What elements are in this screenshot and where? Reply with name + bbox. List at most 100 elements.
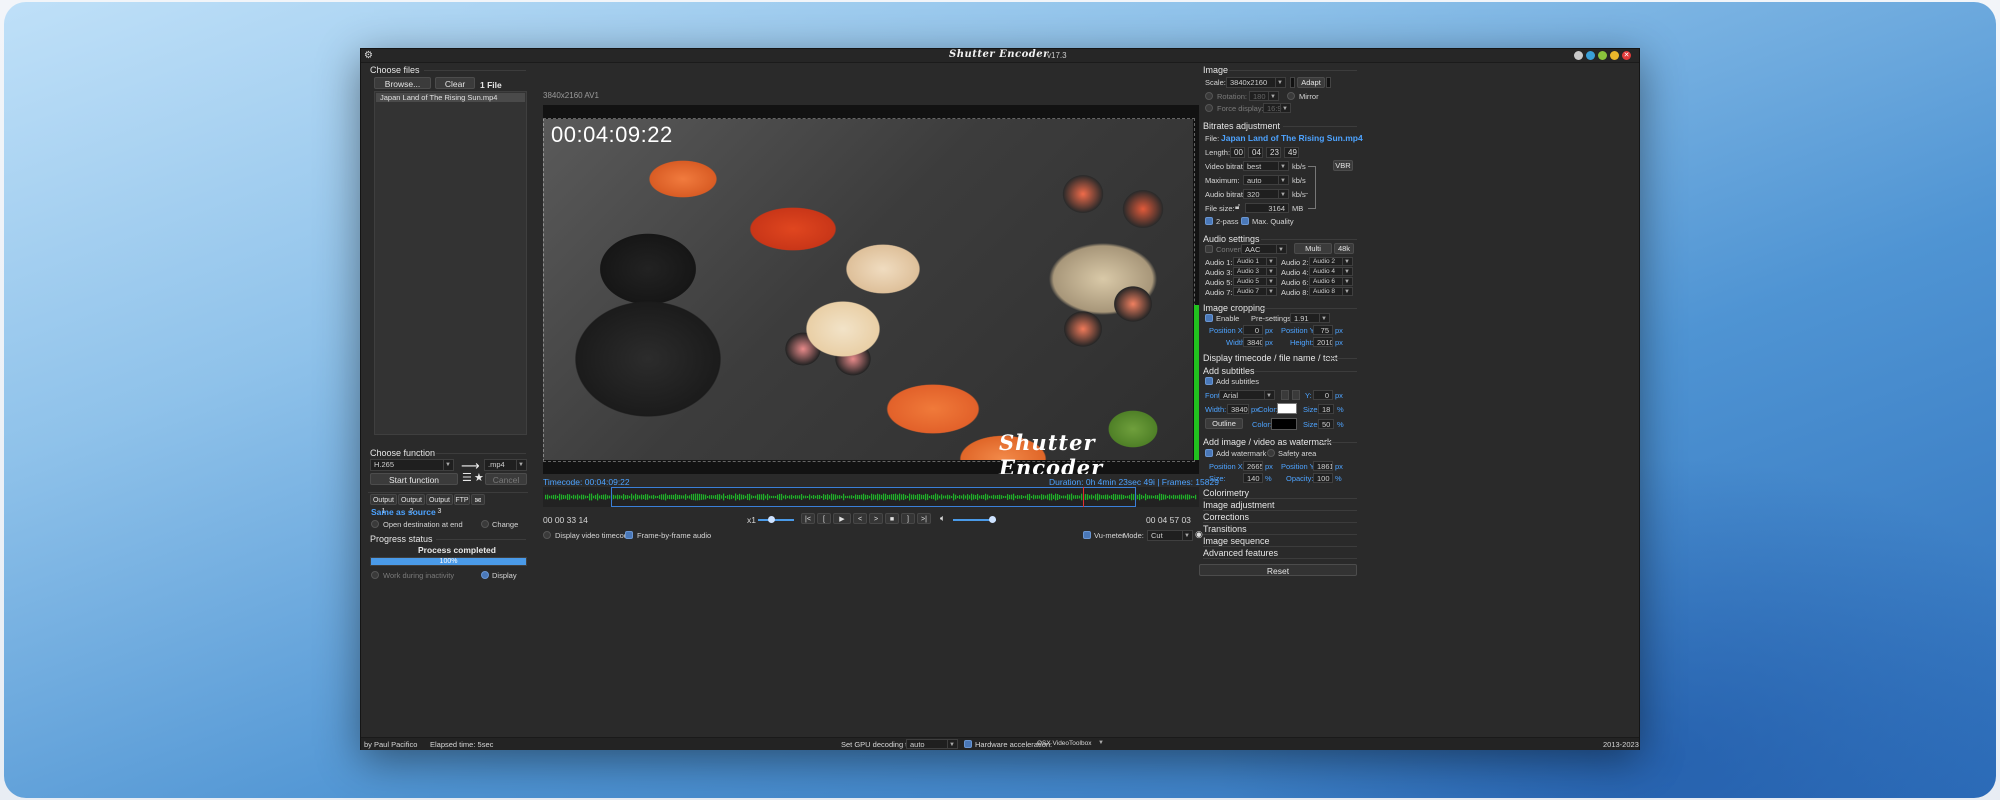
hw-accel-dropdown-icon[interactable]: ▼ [1098, 740, 1104, 746]
tab-output-2[interactable]: Output 2 [398, 494, 425, 515]
codec-select[interactable]: H.265 ▼ [370, 459, 454, 471]
zoom-icon[interactable] [1598, 51, 1607, 60]
stop-button[interactable]: ■ [885, 513, 899, 524]
audio-track-select[interactable]: Audio 1 ▼ [1233, 257, 1277, 266]
next-frame-button[interactable]: > [869, 513, 883, 524]
scale-select[interactable]: 3840x2160 ▼ [1226, 77, 1286, 88]
outline-size-field[interactable]: 50 [1318, 419, 1334, 429]
work-inactivity-checkbox[interactable] [371, 571, 379, 579]
tab-ftp[interactable]: FTP [454, 494, 470, 505]
audio-track-select[interactable]: Audio 5 ▼ [1233, 277, 1277, 286]
wm-size-field[interactable]: 140 [1243, 473, 1263, 483]
change-label[interactable]: Change [492, 520, 518, 529]
length-hours[interactable]: 00 [1230, 147, 1245, 158]
audio-track-select[interactable]: Audio 4 ▼ [1309, 267, 1353, 276]
presettings-select[interactable]: 1.91 ▼ [1290, 313, 1330, 323]
reset-button[interactable]: Reset [1199, 564, 1357, 576]
cancel-button[interactable]: Cancel [485, 473, 527, 485]
length-seconds[interactable]: 23 [1266, 147, 1281, 158]
prev-frame-button[interactable]: < [853, 513, 867, 524]
add-watermark-checkbox[interactable] [1205, 449, 1213, 457]
display-timecode-section[interactable]: Display timecode / file name / text [1203, 353, 1338, 363]
subtitle-y-field[interactable]: 0 [1313, 390, 1333, 400]
convert-checkbox[interactable] [1205, 245, 1213, 253]
hw-accel-value[interactable]: OSX VideoToolbox [1037, 740, 1091, 747]
waveform-timeline[interactable] [543, 487, 1199, 507]
crop-pos-y-field[interactable]: 75 [1313, 325, 1333, 335]
force-display-checkbox[interactable] [1205, 104, 1213, 112]
settings-gear-icon[interactable]: ⚙ [364, 50, 373, 61]
subtitle-width-field[interactable]: 3840 [1227, 404, 1249, 414]
open-destination-checkbox[interactable] [371, 520, 379, 528]
subtitle-color-swatch[interactable] [1277, 403, 1297, 414]
audio-track-select[interactable]: Audio 3 ▼ [1233, 267, 1277, 276]
speed-slider-thumb[interactable] [768, 516, 775, 523]
crop-pos-x-field[interactable]: 0 [1243, 325, 1263, 335]
audio-track-select[interactable]: Audio 2 ▼ [1309, 257, 1353, 266]
audio-codec-select[interactable]: AAC ▼ [1241, 244, 1287, 254]
display-timecode-checkbox[interactable] [543, 531, 551, 539]
close-icon[interactable]: ✕ [1622, 51, 1631, 60]
mirror-checkbox[interactable] [1287, 92, 1295, 100]
audio-bitrate-select[interactable]: 320 ▼ [1243, 189, 1289, 199]
file-size-field[interactable]: 3164 [1245, 203, 1289, 213]
crop-enable-checkbox[interactable] [1205, 314, 1213, 322]
safety-area-checkbox[interactable] [1267, 449, 1275, 457]
tab-output-3[interactable]: Output 3 [426, 494, 453, 515]
set-in-button[interactable]: [ [817, 513, 831, 524]
length-frames[interactable]: 49 [1284, 147, 1299, 158]
play-button[interactable]: ▶ [833, 513, 851, 524]
rotation-checkbox[interactable] [1205, 92, 1213, 100]
email-icon[interactable]: ✉ [471, 494, 485, 505]
rotation-select[interactable]: 180 ▼ [1249, 91, 1279, 101]
volume-slider-thumb[interactable] [989, 516, 996, 523]
lock-icon[interactable]: 🔓︎ [1235, 202, 1240, 212]
browse-button[interactable]: Browse... [374, 77, 431, 89]
multi-button[interactable]: Multi [1294, 243, 1332, 254]
section-transitions[interactable]: Transitions [1203, 524, 1247, 534]
file-list[interactable]: Japan Land of The Rising Sun.mp4 [374, 91, 527, 435]
section-advanced-features[interactable]: Advanced features [1203, 548, 1278, 558]
hw-accel-checkbox[interactable] [964, 740, 972, 748]
display-checkbox[interactable] [481, 571, 489, 579]
scale-color-box[interactable] [1290, 77, 1295, 88]
wm-opacity-field[interactable]: 100 [1313, 473, 1333, 483]
two-pass-checkbox[interactable] [1205, 217, 1213, 225]
frame-audio-checkbox[interactable] [625, 531, 633, 539]
audio-rate-button[interactable]: 48k [1334, 243, 1354, 254]
star-icon[interactable]: ★ [474, 471, 484, 484]
font-select[interactable]: Arial ▼ [1219, 390, 1275, 400]
speed-slider[interactable] [758, 516, 794, 523]
wm-pos-x-field[interactable]: 2665 [1243, 461, 1263, 471]
volume-icon[interactable]: 🔈︎ [940, 513, 945, 524]
change-radio[interactable] [481, 520, 489, 528]
file-list-item[interactable]: Japan Land of The Rising Sun.mp4 [376, 93, 525, 102]
fullscreen-icon[interactable] [1610, 51, 1619, 60]
force-display-select[interactable]: 16:9 ▼ [1263, 103, 1291, 113]
audio-track-select[interactable]: Audio 8 ▼ [1309, 287, 1353, 296]
audio-track-select[interactable]: Audio 7 ▼ [1233, 287, 1277, 296]
vbr-button[interactable]: VBR [1333, 160, 1353, 171]
length-minutes[interactable]: 04 [1248, 147, 1263, 158]
subtitle-size-field[interactable]: 18 [1318, 404, 1334, 414]
gpu-select[interactable]: auto ▼ [906, 739, 958, 749]
minimize-icon[interactable] [1574, 51, 1583, 60]
out-point[interactable]: 00 04 57 03 [1146, 515, 1191, 525]
help-icon[interactable] [1586, 51, 1595, 60]
audio-track-select[interactable]: Audio 6 ▼ [1309, 277, 1353, 286]
clear-button[interactable]: Clear [435, 77, 475, 89]
start-function-button[interactable]: Start function [370, 473, 458, 485]
playhead[interactable] [1083, 487, 1084, 507]
outline-color-swatch[interactable] [1271, 418, 1297, 430]
add-subtitles-checkbox[interactable] [1205, 377, 1213, 385]
outline-button[interactable]: Outline [1205, 418, 1243, 429]
crop-height-field[interactable]: 2010 [1313, 337, 1333, 347]
wm-pos-y-field[interactable]: 1861 [1313, 461, 1333, 471]
section-corrections[interactable]: Corrections [1203, 512, 1249, 522]
section-image-sequence[interactable]: Image sequence [1203, 536, 1270, 546]
section-image-adjustment[interactable]: Image adjustment [1203, 500, 1275, 510]
max-quality-checkbox[interactable] [1241, 217, 1249, 225]
italic-toggle[interactable] [1292, 390, 1300, 400]
tab-output-1[interactable]: Output 1 [370, 494, 397, 515]
crop-width-field[interactable]: 3840 [1243, 337, 1263, 347]
